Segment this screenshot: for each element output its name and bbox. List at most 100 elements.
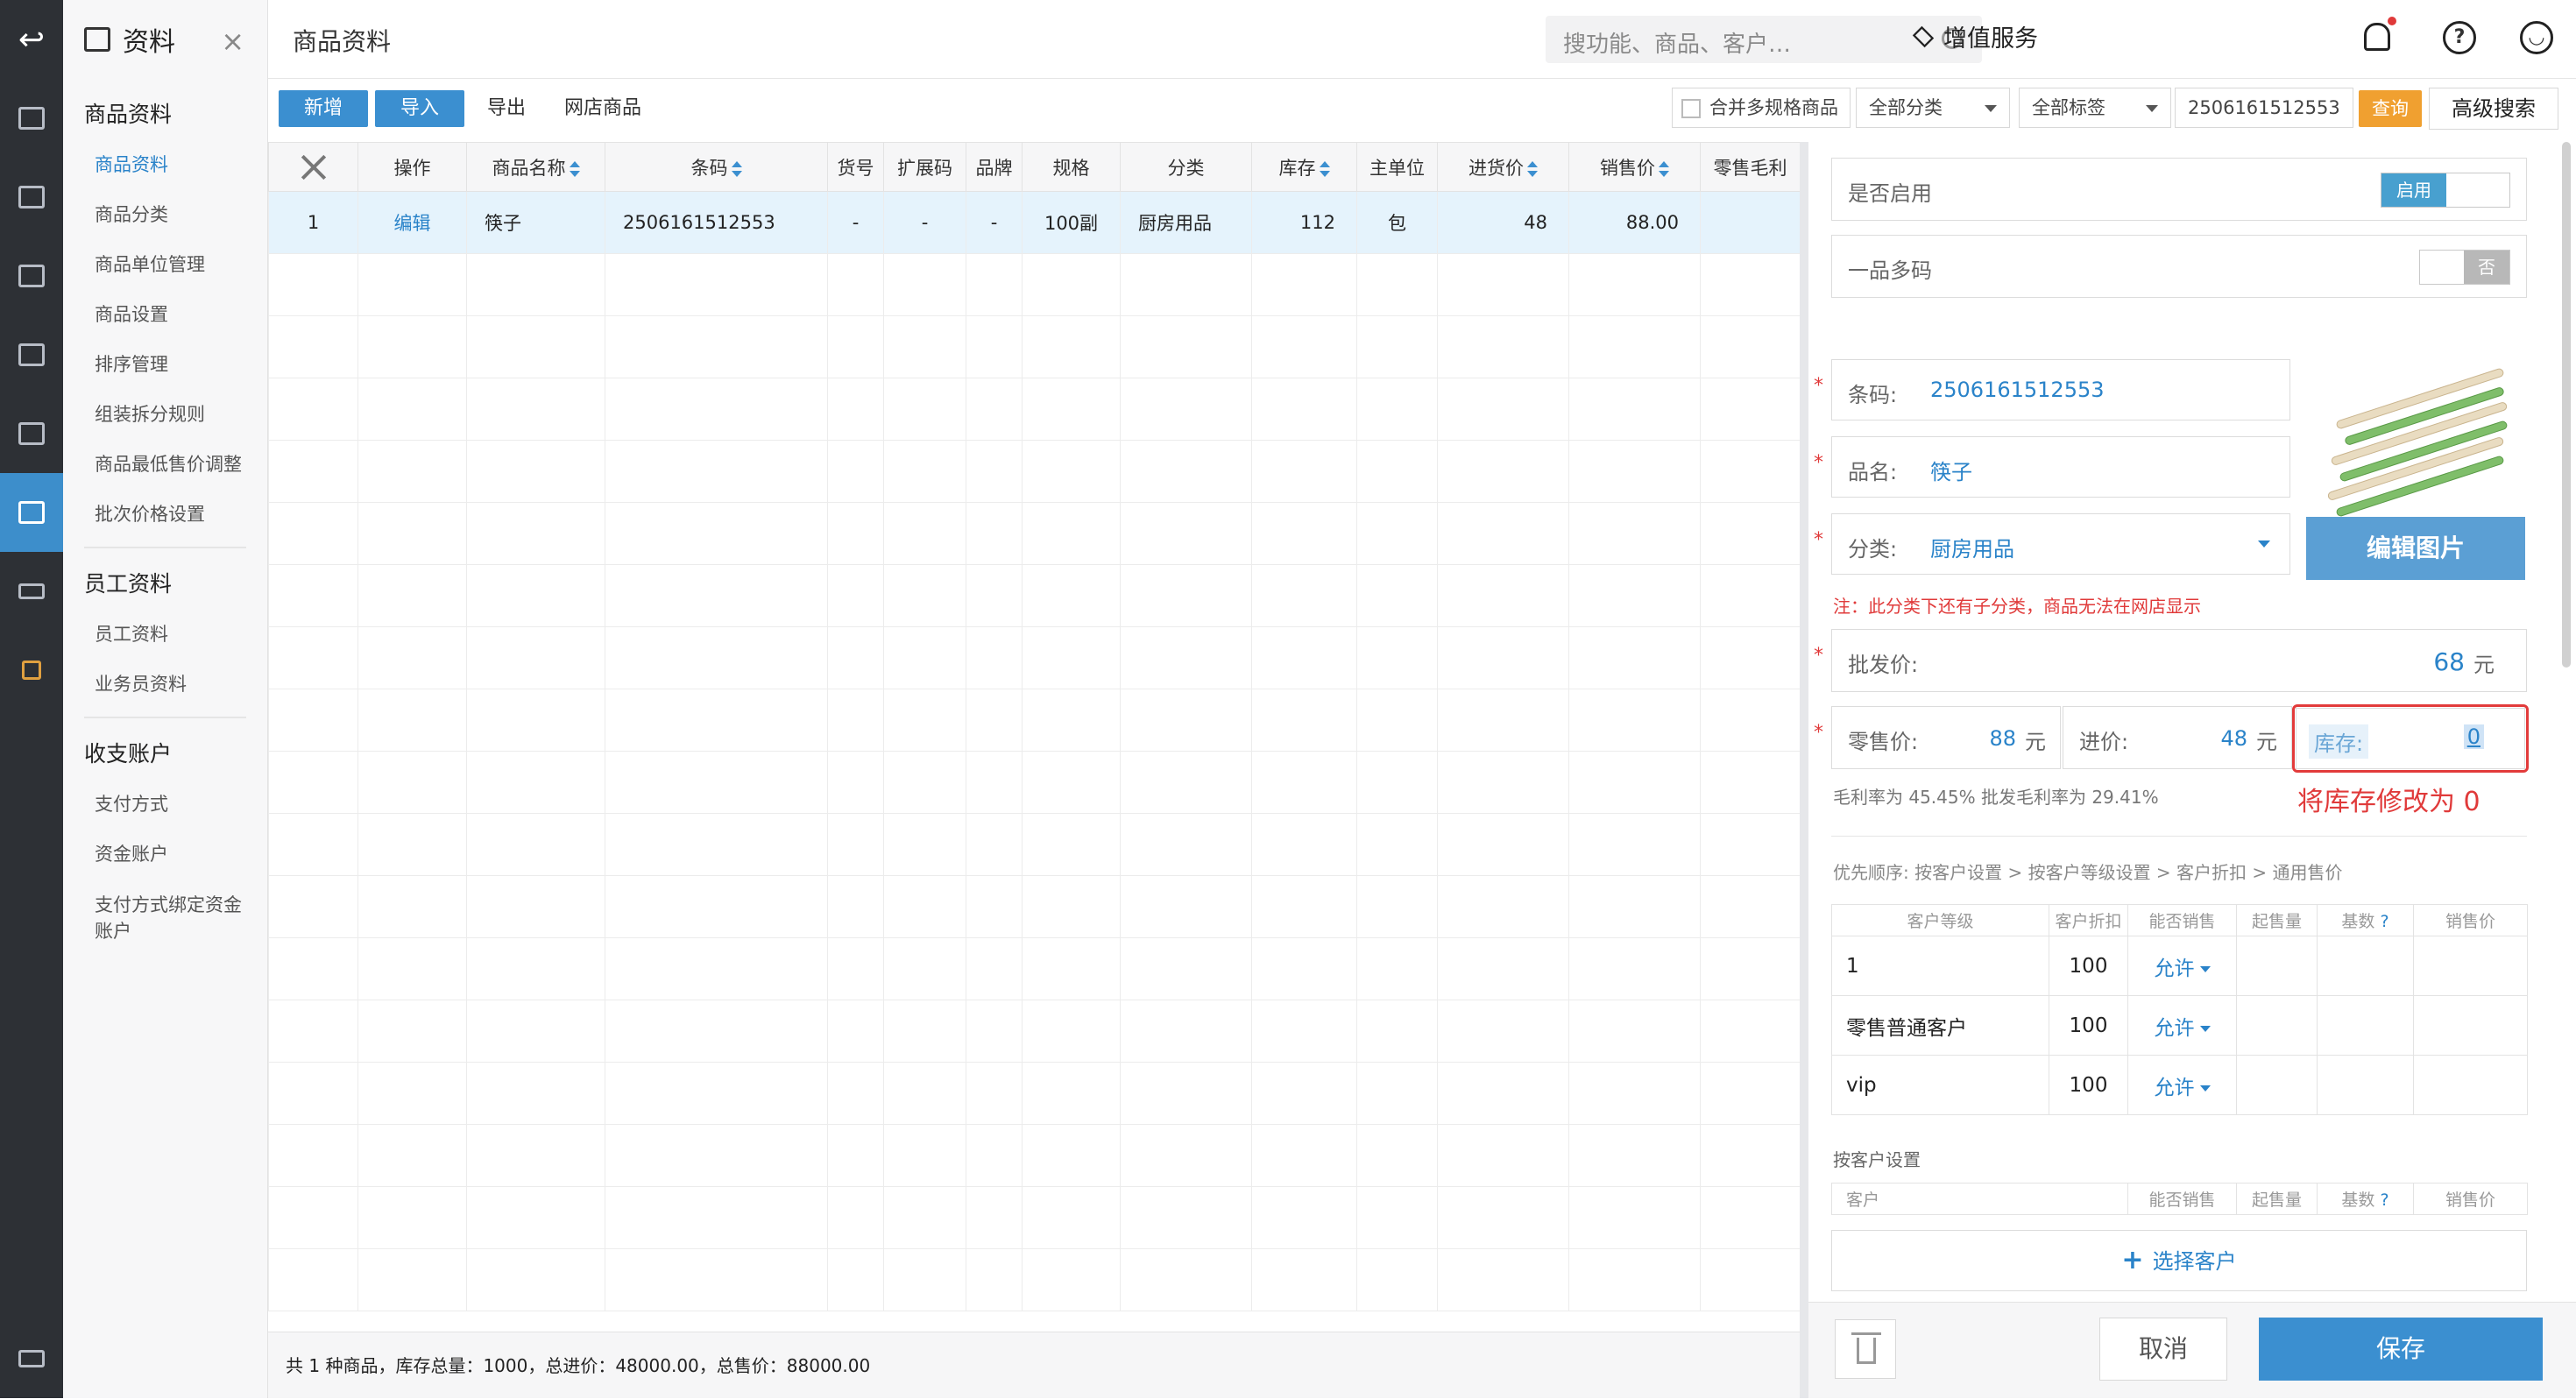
required-mark: * bbox=[1814, 452, 1823, 474]
multicode-toggle[interactable]: 否 bbox=[2419, 250, 2510, 285]
empty-cell bbox=[1356, 1186, 1438, 1249]
nav-item-sort[interactable]: 排序管理 bbox=[63, 340, 267, 390]
new-button[interactable]: 新增 bbox=[279, 90, 368, 127]
cell-base[interactable] bbox=[2317, 995, 2414, 1056]
edit-link[interactable]: 编辑 bbox=[394, 213, 431, 234]
rail-item-2[interactable] bbox=[0, 158, 63, 237]
allow-select[interactable]: 允许 bbox=[2155, 957, 2195, 980]
empty-cell bbox=[466, 1062, 605, 1125]
rail-item-search[interactable] bbox=[0, 1319, 63, 1398]
empty-cell bbox=[966, 813, 1023, 876]
barcode-search-input[interactable]: 2506161512553 bbox=[2175, 88, 2353, 128]
import-button[interactable]: 导入 bbox=[375, 90, 464, 127]
close-icon[interactable]: × bbox=[221, 25, 244, 58]
cell-allow[interactable]: 允许 bbox=[2127, 936, 2237, 996]
cost-field[interactable]: 进价: 48 元 bbox=[2063, 706, 2292, 769]
nav-item-goods[interactable]: 商品资料 bbox=[63, 140, 267, 190]
help-icon[interactable]: ? bbox=[2380, 912, 2388, 931]
cancel-button[interactable]: 取消 bbox=[2099, 1318, 2227, 1381]
nav-item-payment[interactable]: 支付方式 bbox=[63, 780, 267, 830]
barcode-field[interactable]: 条码: 2506161512553 bbox=[1831, 359, 2290, 420]
merge-checkbox[interactable]: 合并多规格商品 bbox=[1672, 88, 1851, 128]
retail-field[interactable]: 零售价: 88 元 bbox=[1831, 706, 2061, 769]
rail-item-1[interactable] bbox=[0, 79, 63, 158]
rail-item-settings[interactable] bbox=[0, 552, 63, 631]
user-icon[interactable]: ◡ bbox=[2520, 21, 2553, 54]
rail-item-apps[interactable] bbox=[0, 631, 63, 710]
nav-item-fund[interactable]: 资金账户 bbox=[63, 830, 267, 880]
nav-item-assembly[interactable]: 组装拆分规则 bbox=[63, 390, 267, 440]
help-icon[interactable]: ? bbox=[2380, 1191, 2388, 1210]
tag-select[interactable]: 全部标签 bbox=[2019, 88, 2171, 128]
empty-cell bbox=[1022, 1186, 1121, 1249]
name-field[interactable]: 品名: 筷子 bbox=[1831, 436, 2290, 498]
cell-base[interactable] bbox=[2317, 936, 2414, 996]
cell-min-qty[interactable] bbox=[2236, 1055, 2318, 1115]
rail-item-5[interactable] bbox=[0, 394, 63, 473]
edit-image-button[interactable]: 编辑图片 bbox=[2306, 517, 2525, 580]
cell-discount[interactable]: 100 bbox=[2049, 1055, 2128, 1115]
empty-cell bbox=[966, 1062, 1023, 1125]
column-header-cost[interactable]: 进货价 bbox=[1437, 142, 1569, 192]
rail-item-data[interactable] bbox=[0, 473, 63, 552]
bell-icon[interactable] bbox=[2364, 17, 2396, 51]
column-header-stock[interactable]: 库存 bbox=[1251, 142, 1357, 192]
rail-item-4[interactable] bbox=[0, 315, 63, 394]
sort-icon[interactable] bbox=[1659, 160, 1669, 177]
empty-row bbox=[268, 937, 1800, 1000]
cell-min-qty[interactable] bbox=[2236, 995, 2318, 1056]
category-field[interactable]: 分类: 厨房用品 bbox=[1831, 513, 2290, 575]
nav-item-bind[interactable]: 支付方式绑定资金账户 bbox=[63, 880, 267, 957]
save-button[interactable]: 保存 bbox=[2259, 1318, 2543, 1381]
cell-price[interactable] bbox=[2413, 936, 2528, 996]
nav-item-staff[interactable]: 员工资料 bbox=[63, 610, 267, 660]
advanced-search-button[interactable]: 高级搜索 bbox=[2429, 88, 2558, 130]
cell-discount[interactable]: 100 bbox=[2049, 995, 2128, 1056]
sort-icon[interactable] bbox=[731, 160, 742, 177]
app-logo[interactable]: ↩ bbox=[11, 19, 53, 61]
cell-price[interactable] bbox=[2413, 995, 2528, 1056]
allow-select[interactable]: 允许 bbox=[2155, 1077, 2195, 1099]
online-goods-button[interactable]: 网店商品 bbox=[564, 90, 641, 127]
enable-toggle[interactable]: 启用 bbox=[2381, 173, 2510, 208]
nav-item-category[interactable]: 商品分类 bbox=[63, 190, 267, 240]
allow-select[interactable]: 允许 bbox=[2155, 1017, 2195, 1040]
nav-item-salesman[interactable]: 业务员资料 bbox=[63, 660, 267, 710]
delete-button[interactable] bbox=[1835, 1319, 1896, 1379]
cell-min-qty[interactable] bbox=[2236, 936, 2318, 996]
cell-discount[interactable]: 100 bbox=[2049, 936, 2128, 996]
nav-item-goods-settings[interactable]: 商品设置 bbox=[63, 290, 267, 340]
value-service-link[interactable]: 增值服务 bbox=[1912, 19, 2038, 53]
export-button[interactable]: 导出 bbox=[487, 90, 526, 127]
query-button[interactable]: 查询 bbox=[2359, 90, 2422, 127]
rail-item-3[interactable] bbox=[0, 237, 63, 315]
sort-icon[interactable] bbox=[1527, 160, 1538, 177]
wholesale-field[interactable]: 批发价: 68 元 bbox=[1831, 629, 2527, 692]
column-header-barcode[interactable]: 条码 bbox=[605, 142, 828, 192]
checkbox-box[interactable] bbox=[1681, 99, 1701, 118]
column-settings-header[interactable] bbox=[268, 142, 358, 192]
help-icon[interactable]: ? bbox=[2443, 21, 2476, 54]
empty-cell bbox=[966, 1248, 1023, 1311]
table-row[interactable]: 1 编辑 筷子 2506161512553 - - - 100副 厨房用品 11… bbox=[268, 191, 1800, 254]
sort-icon[interactable] bbox=[569, 160, 580, 177]
category-select[interactable]: 全部分类 bbox=[1856, 88, 2010, 128]
nav-item-batch-price[interactable]: 批次价格设置 bbox=[63, 490, 267, 540]
cell-price[interactable] bbox=[2413, 1055, 2528, 1115]
cell-allow[interactable]: 允许 bbox=[2127, 1055, 2237, 1115]
nav-item-min-price[interactable]: 商品最低售价调整 bbox=[63, 440, 267, 490]
panel-scrollbar[interactable] bbox=[2562, 142, 2571, 668]
empty-cell bbox=[605, 378, 828, 441]
cell-base[interactable] bbox=[2317, 1055, 2414, 1115]
empty-cell bbox=[1437, 1248, 1569, 1311]
choose-customer-button[interactable]: + 选择客户 bbox=[1831, 1230, 2527, 1291]
tools-icon[interactable] bbox=[300, 153, 328, 181]
column-header-price[interactable]: 销售价 bbox=[1568, 142, 1701, 192]
column-header-name[interactable]: 商品名称 bbox=[466, 142, 605, 192]
empty-cell bbox=[1700, 751, 1800, 814]
sort-icon[interactable] bbox=[1319, 160, 1330, 177]
nav-item-unit[interactable]: 商品单位管理 bbox=[63, 240, 267, 290]
empty-cell bbox=[268, 751, 358, 814]
empty-cell bbox=[1700, 315, 1800, 378]
cell-allow[interactable]: 允许 bbox=[2127, 995, 2237, 1056]
